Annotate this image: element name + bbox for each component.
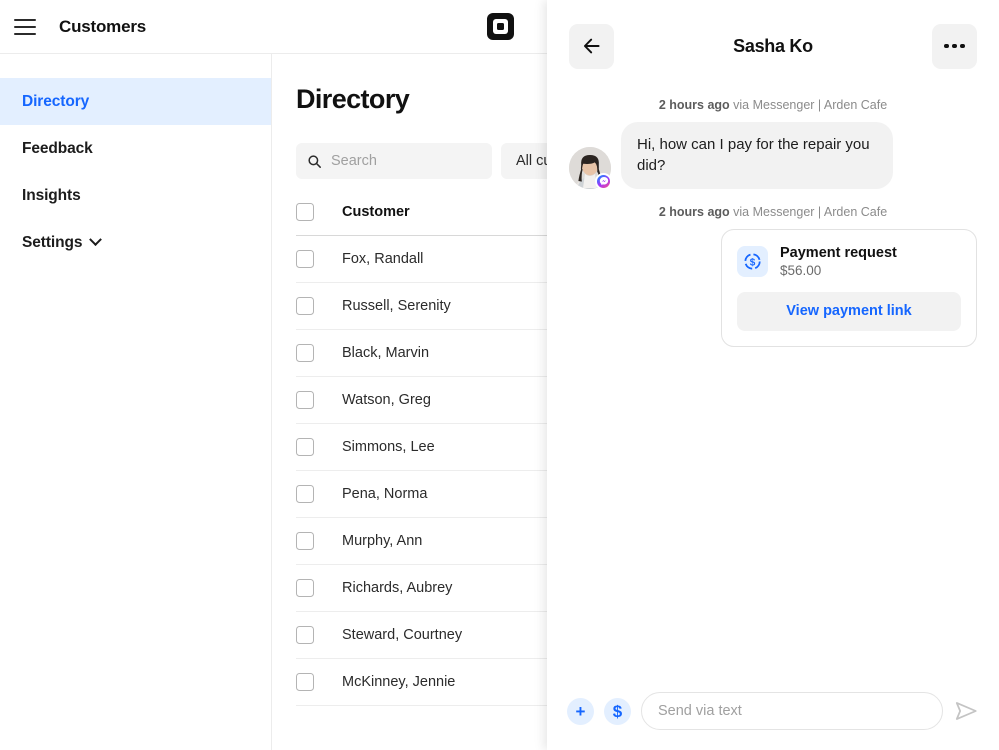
timestamp-relative: 2 hours ago xyxy=(659,98,730,112)
search-icon xyxy=(307,154,322,169)
request-payment-button[interactable]: $ xyxy=(604,698,631,725)
message-input-placeholder: Send via text xyxy=(658,703,742,719)
row-checkbox[interactable] xyxy=(296,438,314,456)
sidebar-item-label: Settings xyxy=(22,234,82,252)
row-checkbox[interactable] xyxy=(296,297,314,315)
sidebar-item-feedback[interactable]: Feedback xyxy=(0,125,271,172)
send-icon[interactable] xyxy=(953,698,979,724)
sidebar-item-label: Insights xyxy=(22,187,81,205)
search-input[interactable]: Search xyxy=(296,143,492,179)
payment-card-header: $ Payment request $56.00 xyxy=(737,245,961,278)
message-thread: 2 hours ago via Messenger | Arden Cafe xyxy=(547,98,999,347)
select-all-header xyxy=(296,203,342,236)
payment-timestamp: 2 hours ago via Messenger | Arden Cafe xyxy=(569,205,977,219)
row-checkbox[interactable] xyxy=(296,391,314,409)
back-button[interactable] xyxy=(569,24,614,69)
row-checkbox[interactable] xyxy=(296,250,314,268)
payment-amount: $56.00 xyxy=(780,263,897,278)
message-panel: Sasha Ko 2 hours ago via Messenger | Ard… xyxy=(547,0,999,750)
chevron-down-icon xyxy=(89,233,102,246)
page-title: Customers xyxy=(59,17,146,37)
sidebar-item-settings[interactable]: Settings xyxy=(0,219,271,266)
messenger-glyph-icon xyxy=(599,176,609,186)
select-all-checkbox[interactable] xyxy=(296,203,314,221)
customers-app: Customers Directory Feedback Insights Se… xyxy=(0,0,999,750)
dollar-circle-icon: $ xyxy=(737,246,768,277)
message-panel-header: Sasha Ko xyxy=(547,0,999,92)
avatar xyxy=(569,147,611,189)
svg-text:$: $ xyxy=(750,257,756,268)
sidebar: Directory Feedback Insights Settings xyxy=(0,54,272,750)
payment-card-title: Payment request xyxy=(780,245,897,261)
timestamp-source: via Messenger | Arden Cafe xyxy=(730,98,888,112)
sidebar-item-label: Feedback xyxy=(22,140,93,158)
more-options-button[interactable] xyxy=(932,24,977,69)
incoming-message: Hi, how can I pay for the repair you did… xyxy=(569,122,977,189)
sidebar-item-insights[interactable]: Insights xyxy=(0,172,271,219)
square-logo-icon xyxy=(487,13,514,40)
payment-request-card: $ Payment request $56.00 View payment li… xyxy=(721,229,977,347)
search-placeholder: Search xyxy=(331,153,377,169)
row-checkbox[interactable] xyxy=(296,626,314,644)
ellipsis-icon xyxy=(944,44,965,49)
message-composer: + $ Send via text xyxy=(547,672,999,750)
message-timestamp: 2 hours ago via Messenger | Arden Cafe xyxy=(569,98,977,112)
conversation-title: Sasha Ko xyxy=(614,36,932,57)
sidebar-item-label: Directory xyxy=(22,93,89,111)
row-checkbox[interactable] xyxy=(296,485,314,503)
message-input[interactable]: Send via text xyxy=(641,692,943,730)
timestamp-relative: 2 hours ago xyxy=(659,205,730,219)
row-checkbox[interactable] xyxy=(296,532,314,550)
view-payment-link-button[interactable]: View payment link xyxy=(737,292,961,331)
arrow-left-icon xyxy=(582,36,602,56)
messenger-badge-icon xyxy=(595,173,612,190)
row-checkbox[interactable] xyxy=(296,579,314,597)
row-checkbox[interactable] xyxy=(296,344,314,362)
timestamp-source: via Messenger | Arden Cafe xyxy=(730,205,888,219)
sidebar-item-directory[interactable]: Directory xyxy=(0,78,271,125)
dollar-circle-glyph: $ xyxy=(743,252,762,271)
hamburger-icon[interactable] xyxy=(14,19,36,35)
message-bubble: Hi, how can I pay for the repair you did… xyxy=(621,122,893,189)
add-attachment-button[interactable]: + xyxy=(567,698,594,725)
row-checkbox[interactable] xyxy=(296,673,314,691)
